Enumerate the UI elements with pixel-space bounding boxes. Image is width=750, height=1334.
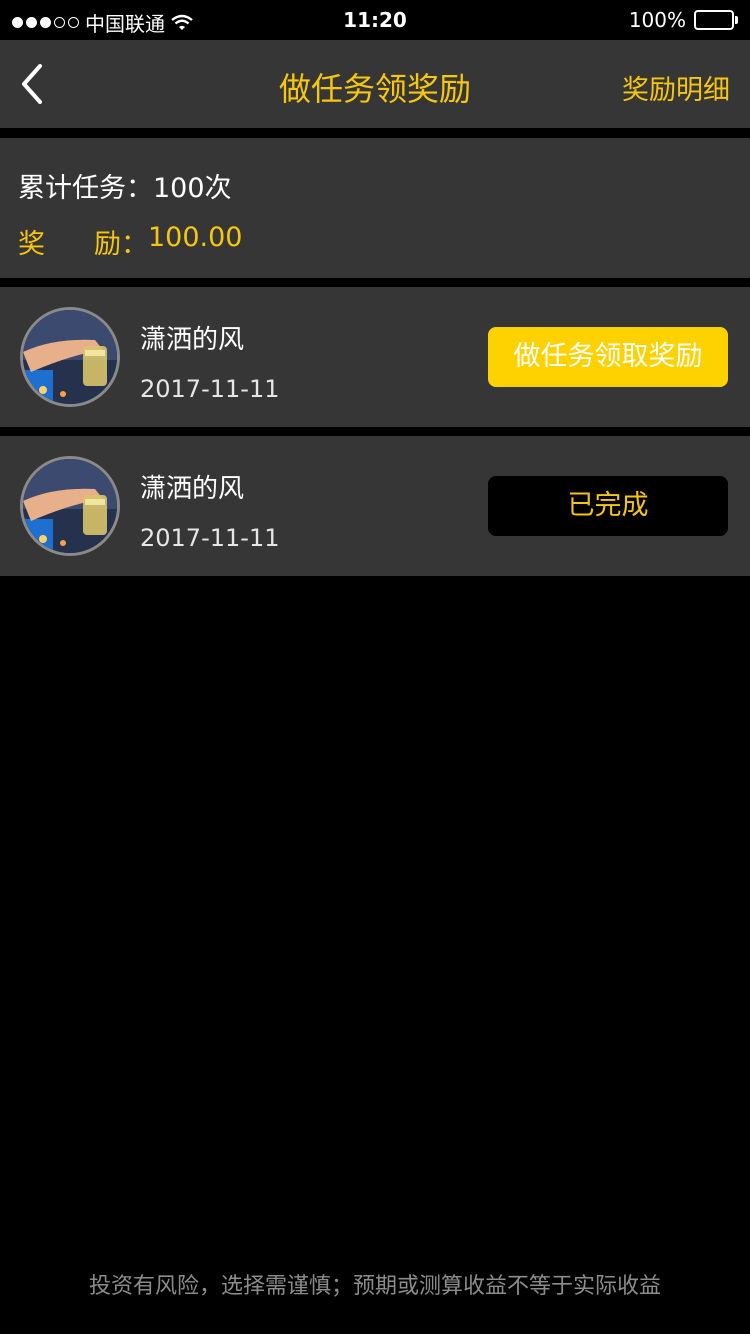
battery-percent: 100% [628, 8, 686, 32]
total-tasks-row: 累计任务： 100次 [18, 166, 232, 205]
nav-bar: 做任务领奖励 奖励明细 [0, 40, 750, 128]
do-task-button[interactable]: 做任务领取奖励 [488, 327, 728, 387]
avatar [20, 307, 120, 407]
task-date: 2017-11-11 [140, 375, 280, 403]
status-right: 100% [629, 8, 738, 32]
task-card: 潇洒的风 2017-11-11 做任务领取奖励 [0, 287, 750, 427]
summary-panel: 累计任务： 100次 奖 励： 100.00 [0, 138, 750, 278]
task-name: 潇洒的风 [140, 325, 245, 355]
total-tasks-label: 累计任务： [18, 173, 153, 204]
completed-button[interactable]: 已完成 [488, 476, 728, 536]
reward-value: 100.00 [148, 222, 243, 253]
reward-label: 奖 励： [18, 222, 148, 261]
battery-icon [694, 10, 738, 30]
avatar [20, 456, 120, 556]
reward-detail-link[interactable]: 奖励明细 [622, 68, 730, 107]
task-name: 潇洒的风 [140, 474, 245, 504]
reward-label-part-1: 奖 [18, 229, 45, 260]
reward-row: 奖 励： 100.00 [18, 222, 242, 261]
task-card: 潇洒的风 2017-11-11 已完成 [0, 436, 750, 576]
reward-label-part-2: 励： [94, 229, 148, 260]
risk-disclaimer: 投资有风险，选择需谨慎；预期或测算收益不等于实际收益 [88, 1274, 661, 1299]
status-bar: 中国联通 11:20 100% [0, 0, 750, 40]
task-date: 2017-11-11 [140, 524, 280, 552]
total-tasks-value: 100次 [153, 173, 232, 204]
